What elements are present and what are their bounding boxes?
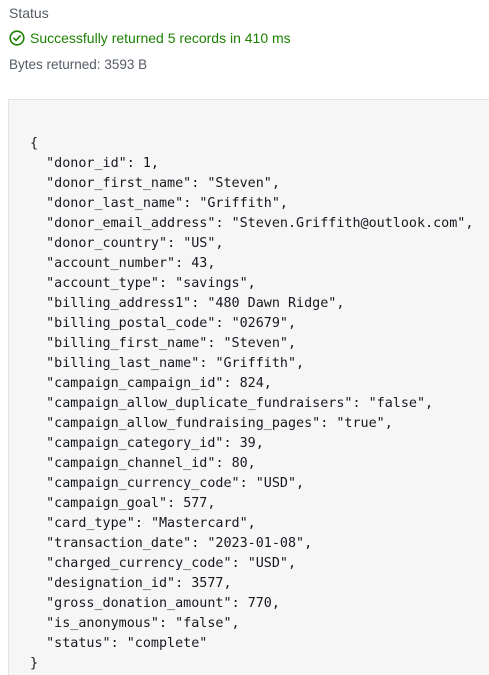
json-key: "is_anonymous" (46, 616, 159, 631)
json-value: "true", (336, 416, 393, 431)
json-field-line: "campaign_category_id": 39, (46, 436, 264, 451)
status-message: Successfully returned 5 records in 410 m… (30, 30, 291, 46)
json-key: "campaign_allow_fundraising_pages" (46, 416, 321, 431)
json-field-line: "status": "complete" (46, 636, 208, 651)
json-key: "charged_currency_code" (46, 556, 232, 571)
json-value: "complete" (126, 636, 208, 651)
json-key: "designation_id" (46, 576, 176, 591)
json-field-line: "campaign_currency_code": "USD", (46, 476, 305, 491)
json-field-line: "transaction_date": "2023-01-08", (46, 536, 313, 551)
json-value: "Steven.Griffith@outlook.com", (231, 216, 474, 231)
result-json-panel[interactable]: { "donor_id": 1, "donor_first_name": "St… (8, 99, 489, 675)
json-value: "Steven", (223, 336, 297, 351)
bytes-returned-value: 3593 B (104, 57, 148, 72)
json-value: 39, (239, 436, 264, 451)
bytes-returned-label: Bytes returned: (9, 57, 101, 72)
status-message-row: Successfully returned 5 records in 410 m… (9, 28, 291, 48)
json-key: "account_type" (46, 276, 159, 291)
json-value: "Mastercard", (150, 516, 256, 531)
json-field-line: "donor_email_address": "Steven.Griffith@… (46, 216, 474, 231)
json-value: 824, (239, 376, 272, 391)
json-key: "status" (46, 636, 111, 651)
json-key: "donor_id" (46, 156, 127, 171)
json-value: 577, (183, 496, 216, 511)
json-field-line: "donor_country": "US", (46, 236, 224, 251)
json-field-line: "billing_postal_code": "02679", (46, 316, 297, 331)
json-field-line: "campaign_goal": 577, (46, 496, 216, 511)
json-field-line: "donor_id": 1, (46, 156, 159, 171)
json-key: "donor_first_name" (46, 176, 192, 191)
json-field-line: "billing_first_name": "Steven", (46, 336, 297, 351)
json-value: "savings", (175, 276, 256, 291)
json-field-line: "account_type": "savings", (46, 276, 256, 291)
json-close-brace: } (30, 656, 39, 671)
json-key: "donor_email_address" (46, 216, 216, 231)
json-field-line: "campaign_allow_duplicate_fundraisers": … (46, 396, 434, 411)
json-key: "donor_country" (46, 236, 168, 251)
json-value: "480 Dawn Ridge", (207, 296, 345, 311)
json-field-line: "card_type": "Mastercard", (46, 516, 256, 531)
json-field-line: "gross_donation_amount": 770, (46, 596, 280, 611)
json-value: 1, (142, 156, 159, 171)
json-value: "Steven", (207, 176, 280, 191)
json-value: "false", (175, 616, 240, 631)
json-value: "2023-01-08", (207, 536, 313, 551)
json-open-brace: { (30, 136, 39, 151)
status-heading: Status (9, 5, 49, 21)
json-value: 3577, (191, 576, 232, 591)
json-value: "false", (368, 396, 434, 411)
json-value: "US", (183, 236, 224, 251)
json-key: "campaign_currency_code" (46, 476, 240, 491)
json-field-line: "designation_id": 3577, (46, 576, 232, 591)
json-field-line: "campaign_campaign_id": 824, (46, 376, 272, 391)
json-value: 80, (231, 456, 256, 471)
json-key: "campaign_allow_duplicate_fundraisers" (46, 396, 353, 411)
json-value: 770, (247, 596, 280, 611)
json-key: "account_number" (46, 256, 176, 271)
json-key: "campaign_channel_id" (46, 456, 216, 471)
json-field-line: "billing_last_name": "Griffith", (46, 356, 305, 371)
json-value: "02679", (231, 316, 297, 331)
json-key: "campaign_campaign_id" (46, 376, 224, 391)
json-key: "gross_donation_amount" (46, 596, 232, 611)
json-key: "donor_last_name" (46, 196, 184, 211)
json-value: "USD", (247, 556, 297, 571)
json-field-line: "billing_address1": "480 Dawn Ridge", (46, 296, 345, 311)
check-circle-icon (9, 30, 25, 46)
json-field-line: "charged_currency_code": "USD", (46, 556, 297, 571)
json-key: "card_type" (46, 516, 135, 531)
json-key: "transaction_date" (46, 536, 192, 551)
json-field-line: "campaign_allow_fundraising_pages": "tru… (46, 416, 393, 431)
json-value: 43, (191, 256, 216, 271)
json-field-line: "donor_last_name": "Griffith", (46, 196, 288, 211)
json-field-line: "is_anonymous": "false", (46, 616, 240, 631)
bytes-returned: Bytes returned: 3593 B (9, 56, 147, 74)
json-key: "billing_postal_code" (46, 316, 216, 331)
json-value: "Griffith", (199, 196, 288, 211)
json-key: "campaign_goal" (46, 496, 168, 511)
json-key: "billing_last_name" (46, 356, 200, 371)
json-field-line: "campaign_channel_id": 80, (46, 456, 256, 471)
json-key: "campaign_category_id" (46, 436, 224, 451)
json-field-line: "account_number": 43, (46, 256, 216, 271)
json-field-line: "donor_first_name": "Steven", (46, 176, 280, 191)
json-key: "billing_first_name" (46, 336, 208, 351)
json-key: "billing_address1" (46, 296, 192, 311)
result-json-code: { "donor_id": 1, "donor_first_name": "St… (30, 134, 473, 674)
json-value: "USD", (255, 476, 305, 491)
json-value: "Griffith", (215, 356, 305, 371)
